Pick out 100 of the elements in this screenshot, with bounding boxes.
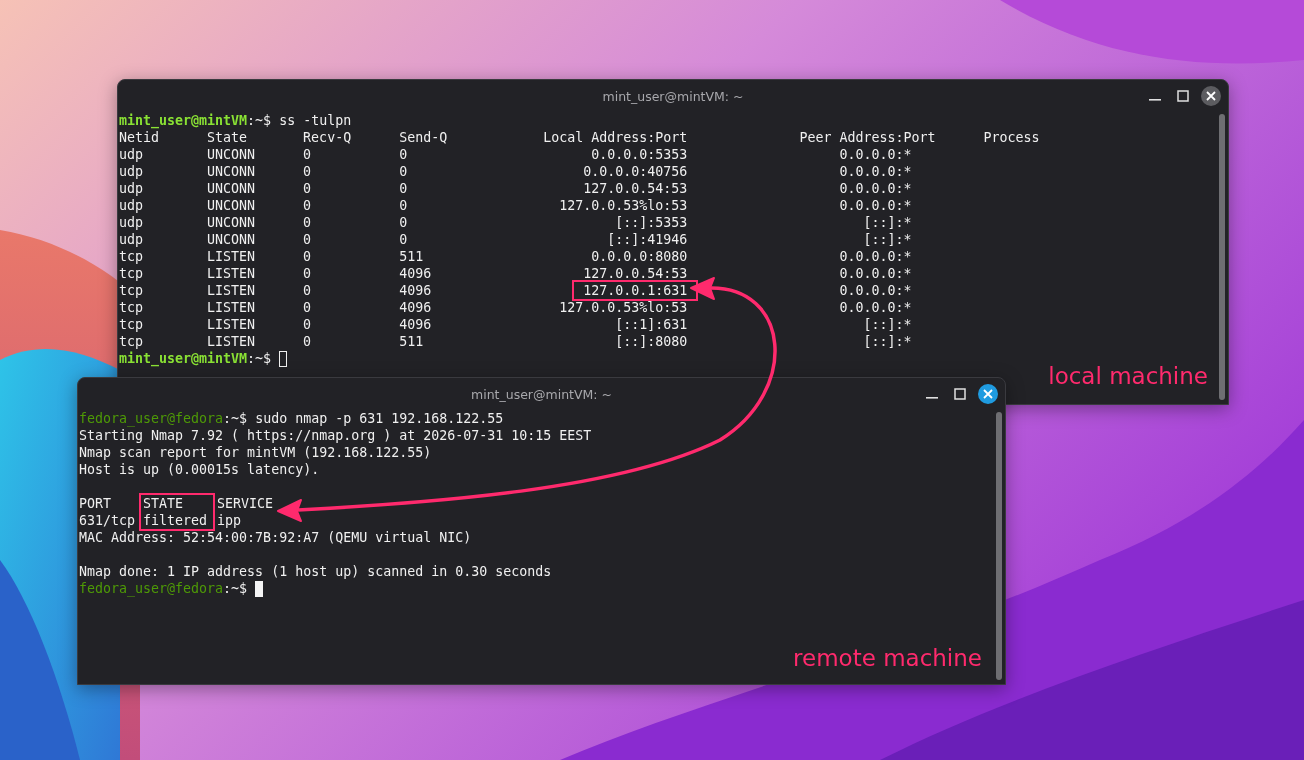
table-cell: UNCONN — [207, 215, 256, 230]
table-cell: tcp — [119, 300, 144, 315]
table-cell: 511 — [399, 249, 424, 264]
output-line: MAC Address: 52:54:00:7B:92:A7 (QEMU virtual NIC) — [79, 529, 473, 546]
table-cell: 127.0.0.53%lo:53 — [559, 300, 688, 315]
column-header: Local Address:Port — [543, 129, 689, 146]
column-header: STATE — [143, 495, 185, 512]
table-cell: 0 — [303, 232, 312, 247]
table-cell-text: filtered — [143, 512, 209, 529]
output-line: Nmap done: 1 IP address (1 host up) scanned in 0.30 seconds — [79, 563, 553, 580]
table-cell: 0 — [303, 283, 312, 298]
table-cell: tcp — [119, 334, 144, 349]
table-cell: 0.0.0.0:40756 — [583, 164, 688, 179]
table-cell: UNCONN — [207, 181, 256, 196]
table-cell: 0 — [399, 215, 408, 230]
table-cell: 0 — [399, 147, 408, 162]
table-cell: 511 — [399, 334, 424, 349]
table-cell: 127.0.0.54:53 — [583, 266, 688, 281]
table-cell: [::]:* — [863, 232, 912, 247]
table-cell: LISTEN — [207, 283, 256, 298]
table-cell: udp — [119, 181, 144, 196]
table-cell: 0.0.0.0:5353 — [591, 147, 688, 162]
annotation-label: local machine — [1048, 363, 1208, 389]
table-cell: udp — [119, 147, 144, 162]
table-cell: LISTEN — [207, 300, 256, 315]
prompt-line: mint_user@mintVM:~$ — [119, 350, 272, 367]
table-cell: [::]:* — [863, 215, 912, 230]
table-cell: 0.0.0.0:* — [839, 300, 912, 315]
table-cell: 4096 — [399, 300, 432, 315]
table-cell: 0.0.0.0:* — [839, 181, 912, 196]
table-cell: 0 — [399, 181, 408, 196]
table-cell: 0.0.0.0:8080 — [591, 249, 688, 264]
table-cell: 4096 — [399, 266, 432, 281]
table-cell: [::]:* — [863, 317, 912, 332]
table-cell: [::]:* — [863, 334, 912, 349]
table-cell: [::]:8080 — [615, 334, 688, 349]
table-cell: 127.0.0.54:53 — [583, 181, 688, 196]
table-cell: udp — [119, 164, 144, 179]
table-cell: 0 — [399, 198, 408, 213]
table-cell: UNCONN — [207, 164, 256, 179]
table-cell: LISTEN — [207, 249, 256, 264]
column-header: SERVICE — [217, 495, 274, 512]
prompt-line: fedora_user@fedora:~$ sudo nmap -p 631 192.168.122.55 — [79, 410, 504, 427]
table-cell: 0 — [303, 300, 312, 315]
table-cell: LISTEN — [207, 266, 256, 281]
table-cell: udp — [119, 232, 144, 247]
table-cell: LISTEN — [207, 317, 256, 332]
output-line: Starting Nmap 7.92 ( https://nmap.org ) at 2026-07-31 10:15 EEST — [79, 427, 593, 444]
window-title: mint_user@mintVM: ~ — [602, 88, 744, 104]
close-button[interactable] — [1200, 85, 1222, 107]
column-header: State — [207, 129, 249, 146]
table-cell-text: ipp — [217, 512, 243, 529]
prompt-line: mint_user@mintVM:~$ ss -tulpn — [119, 112, 352, 129]
table-cell: [::]:5353 — [615, 215, 688, 230]
column-header: Netid — [119, 129, 161, 146]
table-cell: [::]:41946 — [607, 232, 688, 247]
table-cell: 0 — [303, 266, 312, 281]
table-cell: 0 — [303, 198, 312, 213]
column-header: PORT — [79, 495, 113, 512]
table-cell-text: 631/tcp — [79, 512, 137, 529]
table-cell: 0.0.0.0:* — [839, 164, 912, 179]
table-cell: UNCONN — [207, 198, 256, 213]
table-cell: 4096 — [399, 283, 432, 298]
table-cell: 0 — [399, 232, 408, 247]
table-cell: 0 — [303, 317, 312, 332]
table-cell: [::1]:631 — [615, 317, 688, 332]
table-cell: tcp — [119, 283, 144, 298]
table-cell: 0 — [303, 147, 312, 162]
table-cell: udp — [119, 198, 144, 213]
table-cell: 0 — [303, 181, 312, 196]
table-cell: 0.0.0.0:* — [839, 198, 912, 213]
table-cell: UNCONN — [207, 147, 256, 162]
table-cell: 0 — [303, 215, 312, 230]
table-cell: 0.0.0.0:* — [839, 283, 912, 298]
table-cell: 0 — [303, 249, 312, 264]
table-cell: 4096 — [399, 317, 432, 332]
table-cell: udp — [119, 215, 144, 230]
table-cell: tcp — [119, 249, 144, 264]
annotation-label: remote machine — [793, 645, 982, 671]
output-line: Nmap scan report for mintVM (192.168.122.55) — [79, 444, 433, 461]
column-header: Process — [983, 129, 1040, 146]
scrollbar[interactable] — [1219, 114, 1225, 400]
column-header: Peer Address:Port — [799, 129, 937, 146]
output-line: Host is up (0.00015s latency). — [79, 461, 321, 478]
table-cell: 0 — [399, 164, 408, 179]
table-cell: 0.0.0.0:* — [839, 147, 912, 162]
table-cell: 0 — [303, 334, 312, 349]
scrollbar[interactable] — [996, 412, 1002, 680]
window-title: mint_user@mintVM: ~ — [471, 386, 612, 402]
table-cell: 127.0.0.1:631 — [575, 283, 696, 298]
table-cell: 0.0.0.0:* — [839, 249, 912, 264]
table-cell: tcp — [119, 266, 144, 281]
column-header: Send-Q — [399, 129, 449, 146]
table-cell: UNCONN — [207, 232, 256, 247]
close-button[interactable] — [977, 383, 999, 405]
prompt-line: fedora_user@fedora:~$ — [79, 580, 248, 597]
table-cell: 0 — [303, 164, 312, 179]
table-cell: LISTEN — [207, 334, 256, 349]
column-header: Recv-Q — [303, 129, 353, 146]
table-cell: 127.0.0.53%lo:53 — [559, 198, 688, 213]
